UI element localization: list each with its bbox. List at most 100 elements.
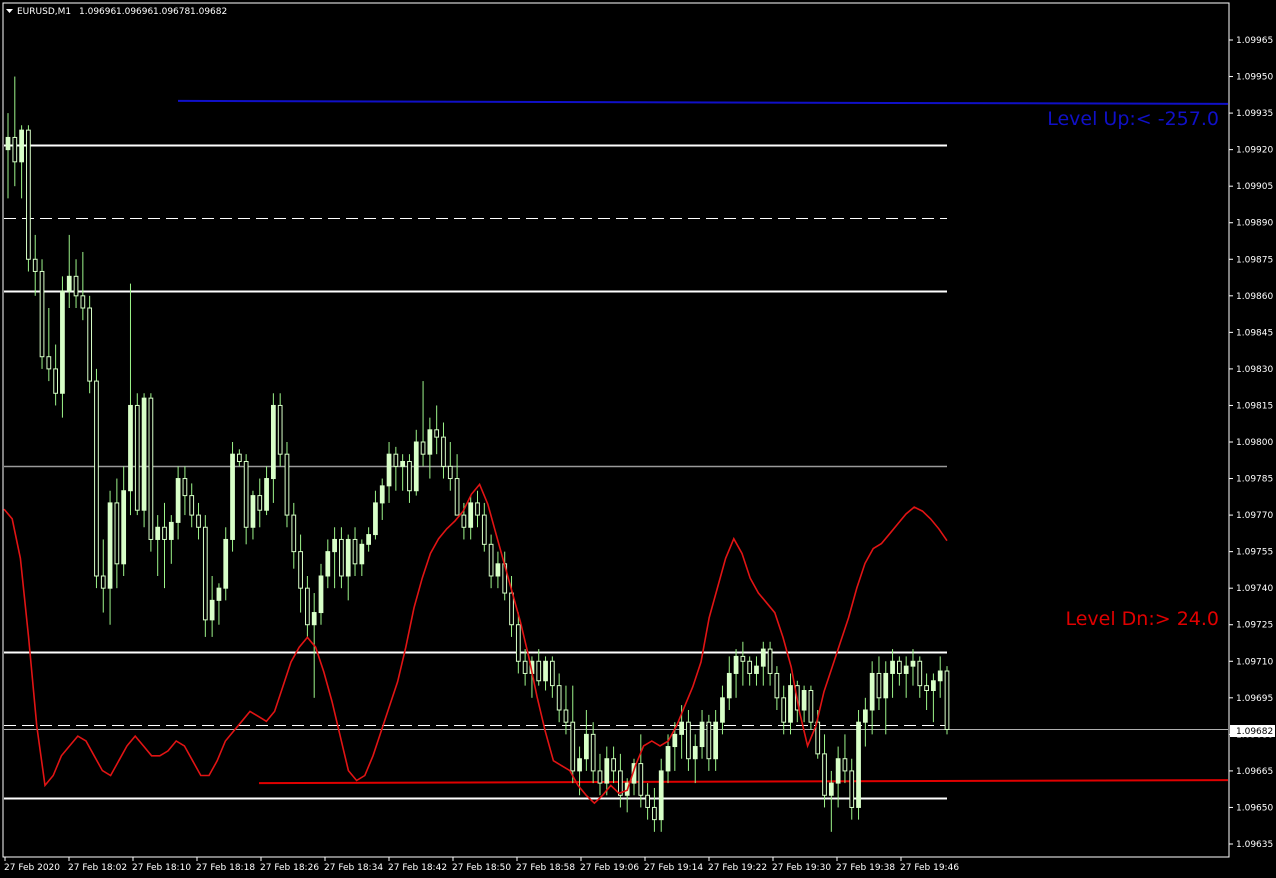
candle-body [257,495,263,511]
candle-body [815,721,821,755]
candle-body [652,806,657,821]
y-tick-label: 1.09950 [1236,73,1273,83]
candle-body [420,441,426,455]
candle-body [611,758,616,772]
candle-body [781,697,787,723]
candle-body [94,380,99,577]
candle-body [801,690,807,711]
candle-body [747,660,753,674]
candle-body [774,672,780,699]
chart-background [0,0,1276,878]
candle-body [100,575,106,589]
candle-body [495,563,501,577]
candle-body [645,794,650,808]
y-tick-label: 1.09725 [1236,621,1273,631]
candle-body [515,624,521,662]
y-tick-label: 1.09665 [1236,767,1273,777]
candle-body [828,782,834,796]
candle [26,125,31,272]
candle [856,710,861,820]
current-price-tag-text: 1.09682 [1236,727,1273,737]
candle-body [944,670,950,730]
candle-body [352,538,358,565]
candle-body [250,495,256,528]
candle-body [128,404,133,492]
candle [944,666,950,735]
candle [39,259,45,369]
candle-body [400,460,406,467]
candle-body [393,453,399,467]
candle-body [583,733,589,760]
x-tick-label: 27 Feb 18:50 [452,863,511,873]
candle-body [475,502,480,516]
candle-body [767,648,773,674]
candle-body [720,697,725,723]
candle-body [87,307,93,382]
candle-body [359,543,365,565]
candle-body [577,758,582,772]
candle-body [509,592,514,626]
candle-body [216,587,222,601]
candle-body [311,612,317,626]
ohlc-low: 1.09678 [153,7,190,17]
candle-body [345,538,351,577]
candle-body [236,453,242,462]
candle-body [298,551,303,589]
candle-body [318,575,324,614]
x-tick-label: 27 Feb 2020 [4,863,60,873]
candle-body [488,543,494,577]
candle-body [917,660,923,687]
candle-body [522,660,528,674]
candle-body [903,665,909,674]
candle-body [597,770,603,784]
candle-body [754,665,759,674]
candle-body [822,753,827,796]
y-tick-label: 1.09800 [1236,438,1273,448]
candle-body [305,587,310,626]
x-tick-label: 27 Feb 19:22 [708,863,767,873]
candle-body [189,495,195,516]
candle-body [883,672,889,699]
x-tick-label: 27 Feb 19:14 [644,863,703,873]
x-tick-label: 27 Feb 18:18 [196,863,255,873]
y-tick-label: 1.09860 [1236,292,1273,302]
candle-body [32,258,38,272]
candle-body [121,490,127,565]
candle [202,515,208,637]
candle-body [53,368,59,394]
candle-body [107,502,113,589]
y-tick-label: 1.09785 [1236,475,1273,485]
y-tick-label: 1.09815 [1236,401,1273,411]
candle-body [386,453,392,487]
candle-body [39,270,45,358]
candle-body [413,441,419,492]
candle-body [862,709,868,723]
candle-body [80,295,86,309]
candle-body [692,746,698,760]
candle [148,393,154,552]
candle-body [447,465,453,480]
y-tick-label: 1.09920 [1236,146,1273,156]
y-tick-label: 1.09650 [1236,803,1273,813]
candle-body [679,721,685,735]
x-tick-label: 27 Feb 19:06 [580,863,639,873]
candle-body [481,514,487,545]
y-tick-label: 1.09890 [1236,219,1273,229]
ohlc-close: 1.09682 [190,7,227,17]
candle-body [196,514,201,528]
candle-body [726,672,732,699]
candle-body [590,733,596,772]
candle-body [434,429,440,438]
candle-body [556,685,562,711]
candle-body [427,429,433,455]
candle-body [461,514,467,528]
x-tick-label: 27 Feb 18:34 [324,863,383,873]
price-chart[interactable]: 1.09965 1.09950 1.09935 1.09920 1.09905 1.098… [0,0,1276,878]
candle-body [890,660,895,674]
y-tick-label: 1.09635 [1236,840,1273,850]
candle-body [223,538,229,589]
x-tick-label: 27 Feb 18:02 [68,863,127,873]
candle-body [549,660,555,687]
candle-body [454,478,460,516]
x-tick-label: 27 Feb 19:38 [836,863,895,873]
